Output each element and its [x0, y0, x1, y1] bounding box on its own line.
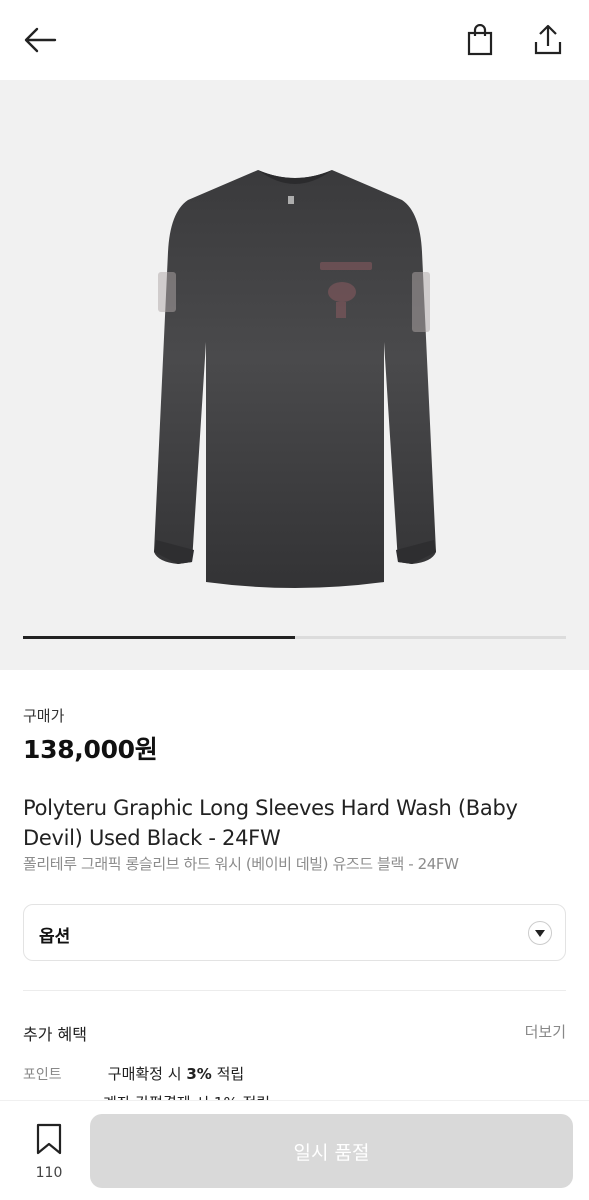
wishlist-button[interactable]: 110	[22, 1123, 76, 1181]
price-value: 138,000원	[23, 735, 158, 764]
wishlist-count: 110	[35, 1165, 63, 1181]
benefit-row-2: 계좌 간편결제 시 1% 적립	[103, 1092, 270, 1100]
option-label: 옵션	[39, 927, 71, 947]
product-title-korean: 폴리테루 그래픽 롱슬리브 하드 워시 (베이비 데빌) 유즈드 블랙 - 24…	[23, 855, 459, 873]
back-arrow-icon[interactable]	[22, 22, 58, 58]
section-divider	[23, 990, 566, 991]
benefit-point-row: 포인트 구매확정 시 3% 적립	[23, 1063, 244, 1084]
gallery-progress-track	[23, 636, 566, 639]
bookmark-icon	[36, 1123, 62, 1155]
benefits-more-link[interactable]: 더보기	[525, 1021, 566, 1042]
product-title-english: Polyteru Graphic Long Sleeves Hard Wash …	[23, 796, 518, 850]
shopping-bag-icon[interactable]	[462, 22, 498, 58]
benefit-point-value: 구매확정 시 3% 적립	[107, 1065, 245, 1083]
share-icon[interactable]	[530, 22, 566, 58]
soldout-button[interactable]: 일시 품절	[90, 1114, 573, 1188]
benefit-point-key: 포인트	[23, 1067, 62, 1083]
top-navigation-bar	[0, 0, 589, 80]
product-image	[154, 170, 436, 588]
price-label: 구매가	[23, 707, 65, 725]
gallery-progress-fill	[23, 636, 295, 639]
bottom-action-bar: 110 일시 품절	[0, 1100, 589, 1200]
chevron-down-icon	[528, 921, 552, 945]
product-image-gallery[interactable]	[0, 80, 589, 670]
option-select[interactable]: 옵션	[23, 904, 566, 961]
benefits-title: 추가 혜택	[23, 1025, 87, 1044]
